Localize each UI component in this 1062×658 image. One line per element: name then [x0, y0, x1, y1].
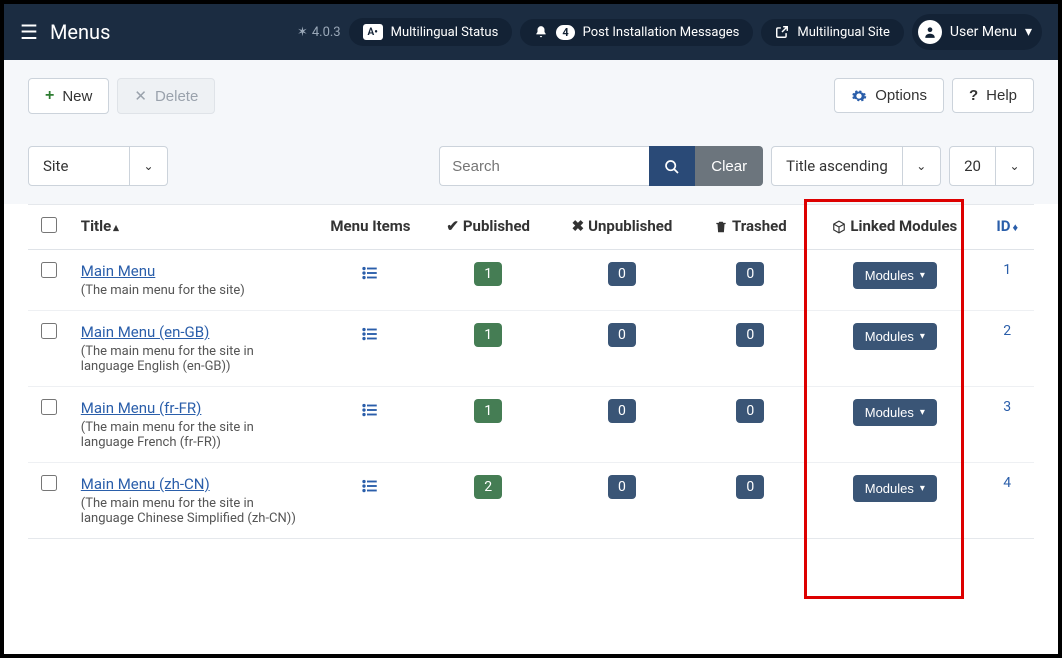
row-id: 1	[980, 250, 1034, 311]
search-input[interactable]	[439, 146, 649, 186]
chevron-down-icon: ⌄	[902, 147, 940, 185]
cube-icon	[832, 217, 846, 235]
menu-description: (The main menu for the site in language …	[81, 420, 307, 450]
th-published[interactable]: ✔Published	[424, 205, 552, 250]
menu-description: (The main menu for the site)	[81, 283, 307, 298]
external-link-icon	[775, 25, 789, 40]
trashed-badge[interactable]: 0	[736, 399, 764, 423]
th-id[interactable]: ID♦	[980, 205, 1034, 250]
trashed-badge[interactable]: 0	[736, 323, 764, 347]
bell-icon	[534, 25, 548, 40]
chevron-down-icon: ▾	[1025, 24, 1032, 40]
published-badge[interactable]: 1	[474, 399, 502, 423]
version-label: ✶ 4.0.3	[297, 25, 341, 40]
unpublished-badge[interactable]: 0	[608, 262, 636, 286]
user-menu-button[interactable]: User Menu ▾	[912, 14, 1042, 50]
check-icon: ✔	[446, 217, 459, 235]
notif-badge: 4	[556, 25, 574, 40]
client-select[interactable]: Site ⌄	[28, 146, 168, 186]
lang-icon: A•	[363, 24, 383, 40]
row-checkbox[interactable]	[41, 323, 57, 339]
list-icon[interactable]	[361, 475, 379, 496]
options-button[interactable]: Options	[834, 78, 944, 113]
menu-title-link[interactable]: Main Menu (fr-FR)	[81, 399, 202, 417]
list-icon[interactable]	[361, 262, 379, 283]
row-id: 3	[980, 387, 1034, 463]
plus-icon: +	[45, 87, 54, 105]
th-unpublished[interactable]: ✖Unpublished	[552, 205, 691, 250]
sort-icon: ♦	[1012, 221, 1018, 234]
unpublished-badge[interactable]: 0	[608, 323, 636, 347]
modules-dropdown[interactable]: Modules	[853, 475, 937, 502]
menu-title-link[interactable]: Main Menu (zh-CN)	[81, 475, 210, 493]
help-button[interactable]: ? Help	[952, 78, 1034, 113]
clear-button[interactable]: Clear	[695, 146, 763, 186]
trash-icon	[714, 217, 728, 235]
hamburger-icon[interactable]: ☰	[20, 20, 38, 44]
search-button[interactable]	[649, 146, 695, 186]
th-menu-items: Menu Items	[317, 205, 424, 250]
delete-button[interactable]: ✕ Delete	[117, 78, 215, 114]
question-icon: ?	[969, 87, 978, 104]
filter-bar: Site ⌄ Clear Title ascending ⌄ 20 ⌄	[4, 146, 1058, 204]
sort-asc-icon: ▴	[113, 221, 119, 234]
row-checkbox[interactable]	[41, 399, 57, 415]
post-install-button[interactable]: 4 Post Installation Messages	[520, 19, 753, 46]
published-badge[interactable]: 2	[474, 475, 502, 499]
row-checkbox[interactable]	[41, 262, 57, 278]
row-checkbox[interactable]	[41, 475, 57, 491]
gear-icon	[851, 87, 867, 104]
toolbar: + New ✕ Delete Options ? Help	[4, 60, 1058, 146]
table-row: Main Menu (en-GB) (The main menu for the…	[28, 311, 1034, 387]
x-icon: ✖	[572, 217, 585, 235]
published-badge[interactable]: 1	[474, 262, 502, 286]
menu-description: (The main menu for the site in language …	[81, 344, 307, 374]
row-id: 4	[980, 463, 1034, 539]
unpublished-badge[interactable]: 0	[608, 475, 636, 499]
list-icon[interactable]	[361, 399, 379, 420]
th-trashed[interactable]: Trashed	[692, 205, 810, 250]
table-row: Main Menu (zh-CN) (The main menu for the…	[28, 463, 1034, 539]
sort-select[interactable]: Title ascending ⌄	[771, 146, 941, 186]
table-row: Main Menu (The main menu for the site) 1…	[28, 250, 1034, 311]
th-title[interactable]: Title▴	[71, 205, 317, 250]
close-icon: ✕	[134, 87, 147, 105]
modules-dropdown[interactable]: Modules	[853, 323, 937, 350]
menu-description: (The main menu for the site in language …	[81, 496, 307, 526]
multilingual-site-button[interactable]: Multilingual Site	[761, 19, 904, 46]
chevron-down-icon: ⌄	[995, 147, 1033, 185]
multilingual-status-button[interactable]: A• Multilingual Status	[349, 18, 513, 46]
joomla-icon: ✶	[297, 25, 308, 40]
page-title: Menus	[50, 20, 110, 44]
th-linked-modules: Linked Modules	[809, 205, 980, 250]
menu-title-link[interactable]: Main Menu (en-GB)	[81, 323, 210, 341]
table-row: Main Menu (fr-FR) (The main menu for the…	[28, 387, 1034, 463]
chevron-down-icon: ⌄	[129, 147, 167, 185]
topbar: ☰ Menus ✶ 4.0.3 A• Multilingual Status 4…	[4, 4, 1058, 60]
limit-select[interactable]: 20 ⌄	[949, 146, 1034, 186]
menus-table: Title▴ Menu Items ✔Published ✖Unpublishe…	[28, 205, 1034, 538]
modules-dropdown[interactable]: Modules	[853, 262, 937, 289]
select-all-checkbox[interactable]	[41, 217, 57, 233]
unpublished-badge[interactable]: 0	[608, 399, 636, 423]
modules-dropdown[interactable]: Modules	[853, 399, 937, 426]
search-group: Clear	[439, 146, 763, 186]
published-badge[interactable]: 1	[474, 323, 502, 347]
row-id: 2	[980, 311, 1034, 387]
menu-title-link[interactable]: Main Menu	[81, 262, 156, 280]
trashed-badge[interactable]: 0	[736, 475, 764, 499]
list-icon[interactable]	[361, 323, 379, 344]
menus-table-wrap: Title▴ Menu Items ✔Published ✖Unpublishe…	[28, 204, 1034, 539]
search-icon	[664, 157, 680, 174]
user-icon	[918, 20, 942, 44]
trashed-badge[interactable]: 0	[736, 262, 764, 286]
new-button[interactable]: + New	[28, 78, 109, 114]
